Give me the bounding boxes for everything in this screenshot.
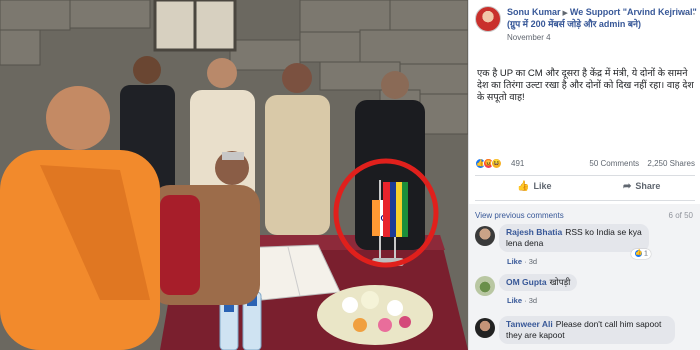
comments-section: View previous comments 6 of 50 Rajesh Bh… [469, 204, 700, 350]
post-actions: 👍 Like ➦ Share [475, 175, 695, 201]
comment-text: खोपड़ी [549, 277, 571, 287]
thumbs-up-icon: 👍 [517, 181, 530, 192]
shares-count[interactable]: 2,250 Shares [647, 159, 695, 168]
post-stats: 50 Comments 2,250 Shares [583, 159, 695, 168]
post-date[interactable]: November 4 [507, 32, 699, 43]
comments-count[interactable]: 50 Comments [589, 159, 639, 168]
comments-position: 6 of 50 [668, 211, 693, 220]
comment-bubble: Tanweer Ali Please don't call him sapoot … [499, 316, 675, 344]
comment-like-link[interactable]: Like [507, 257, 522, 266]
comment-bubble: Rajesh Bhatia RSS ko India se kya lena de… [499, 224, 649, 252]
post-header-text: Sonu Kumar ▶ We Support "Arvind Kejriwal" … [507, 7, 699, 43]
share-arrow-icon: ➦ [623, 181, 632, 192]
post-text: एक है UP का CM और दूसरा है केंद्र में मं… [477, 68, 694, 103]
photo-scene [0, 0, 468, 350]
like-reaction-icon: 👍 [634, 249, 643, 258]
post-panel: Sonu Kumar ▶ We Support "Arvind Kejriwal" … [468, 0, 700, 350]
comment-like-link[interactable]: Like [507, 296, 522, 305]
comment-item: Tanweer Ali Please don't call him sapoot … [475, 316, 697, 350]
reaction-count[interactable]: 491 [511, 159, 524, 168]
commenter-name[interactable]: Rajesh Bhatia [506, 227, 562, 237]
comment-reaction-count: 1 [644, 250, 648, 258]
like-button[interactable]: 👍 Like [517, 181, 551, 192]
comment-item: Rajesh Bhatia RSS ko India se kya lena de… [475, 224, 697, 266]
commenter-avatar[interactable] [475, 318, 495, 338]
like-label: Like [533, 181, 552, 191]
comment-reaction-badge[interactable]: 👍 1 [631, 249, 651, 260]
post-photo[interactable] [0, 0, 468, 350]
comment-meta: Like · 3d [507, 296, 538, 305]
commenter-avatar[interactable] [475, 276, 495, 296]
share-button[interactable]: ➦ Share [623, 181, 660, 192]
arrow-right-icon: ▶ [562, 10, 568, 17]
reaction-icons[interactable]: 👍😡😆 [475, 158, 502, 169]
haha-reaction-icon: 😆 [491, 158, 502, 169]
commenter-name[interactable]: Tanweer Ali [506, 319, 553, 329]
reactions-bar: 👍😡😆 491 50 Comments 2,250 Shares [475, 158, 695, 172]
view-previous-comments[interactable]: View previous comments [475, 211, 564, 220]
comment-bubble: OM Gupta खोपड़ी [499, 274, 578, 291]
comment-time[interactable]: 3d [529, 296, 537, 305]
commenter-avatar[interactable] [475, 226, 495, 246]
comment-meta: Like · 3d [507, 257, 538, 266]
commenter-name[interactable]: OM Gupta [506, 277, 547, 287]
more-options-icon[interactable]: ··· [682, 6, 697, 20]
share-label: Share [635, 181, 661, 191]
author-name[interactable]: Sonu Kumar [507, 7, 561, 17]
comment-item: OM Gupta खोपड़ी Like · 3d [475, 274, 697, 306]
comment-time[interactable]: 3d [529, 257, 537, 266]
author-avatar[interactable] [475, 6, 501, 32]
